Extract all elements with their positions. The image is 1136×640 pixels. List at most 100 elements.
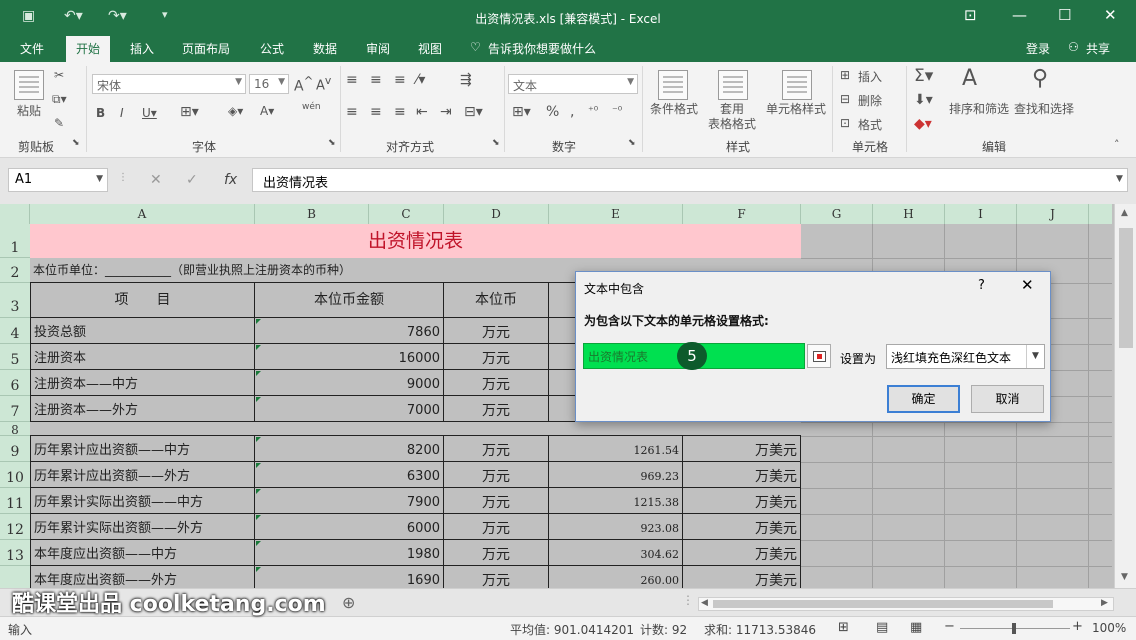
fill-color-icon[interactable]: ◈▾ — [228, 104, 243, 118]
maximize-icon[interactable]: ☐ — [1058, 6, 1071, 24]
fill-icon[interactable]: ⬇▾ — [914, 92, 933, 108]
usd-unit-cell[interactable]: 万美元 — [683, 540, 801, 566]
tab-data[interactable]: 数据 — [313, 40, 337, 57]
row-header-8[interactable]: 8 — [0, 422, 30, 437]
row-header-10[interactable]: 10 — [0, 462, 30, 488]
increase-indent-icon[interactable]: ⇥ — [440, 104, 452, 120]
expand-formula-icon[interactable]: ▼ — [1116, 174, 1123, 184]
column-header-f[interactable]: F — [683, 204, 801, 224]
tab-review[interactable]: 审阅 — [366, 40, 390, 57]
usd-cell[interactable]: 923.08 — [549, 514, 683, 540]
cell-styles-label[interactable]: 单元格样式 — [762, 102, 830, 117]
tab-formulas[interactable]: 公式 — [260, 40, 284, 57]
usd-unit-cell[interactable]: 万美元 — [683, 488, 801, 514]
usd-unit-cell[interactable]: 万美元 — [683, 514, 801, 540]
usd-unit-cell[interactable]: 万美元 — [683, 462, 801, 488]
item-cell[interactable]: 本年度应出资额——外方 — [30, 566, 255, 588]
select-all-corner[interactable] — [0, 204, 30, 224]
conditional-format-icon[interactable] — [658, 70, 688, 100]
font-launcher-icon[interactable]: ⬊ — [328, 138, 336, 148]
align-top-icon[interactable]: ≡ — [346, 72, 358, 88]
accounting-format-icon[interactable]: ⊞▾ — [512, 104, 531, 120]
column-header-b[interactable]: B — [255, 204, 369, 224]
unit-cell[interactable]: 万元 — [444, 318, 549, 344]
clear-icon[interactable]: ◆▾ — [914, 116, 932, 132]
usd-cell[interactable]: 1215.38 — [549, 488, 683, 514]
share-button[interactable]: 共享 — [1086, 40, 1110, 57]
format-cells-label[interactable]: 格式 — [858, 116, 882, 133]
column-header-h[interactable]: H — [873, 204, 945, 224]
spacer-row[interactable] — [30, 422, 801, 436]
amount-cell[interactable]: 16000 — [255, 344, 444, 370]
decrease-font-icon[interactable]: Av — [316, 74, 331, 93]
alignment-launcher-icon[interactable]: ⬊ — [492, 138, 500, 148]
sort-filter-label[interactable]: 排序和筛选 — [946, 102, 1012, 117]
phonetic-icon[interactable]: wén — [302, 102, 321, 112]
usd-cell[interactable]: 969.23 — [549, 462, 683, 488]
item-cell[interactable]: 注册资本——外方 — [30, 396, 255, 422]
comma-style-icon[interactable]: , — [570, 104, 574, 120]
zoom-in-icon[interactable]: + — [1072, 619, 1083, 634]
zoom-out-icon[interactable]: − — [944, 619, 955, 634]
decrease-indent-icon[interactable]: ⇤ — [416, 104, 428, 120]
item-cell[interactable]: 历年累计实际出资额——中方 — [30, 488, 255, 514]
page-break-view-icon[interactable]: ▦ — [910, 620, 922, 635]
amount-cell[interactable]: 1690 — [255, 566, 444, 588]
table-format-label[interactable]: 套用 表格格式 — [700, 102, 764, 132]
row-header-7[interactable]: 7 — [0, 396, 30, 422]
insert-cells-icon[interactable]: ⊞ — [840, 68, 850, 82]
amount-cell[interactable]: 6300 — [255, 462, 444, 488]
column-header-i[interactable]: I — [945, 204, 1017, 224]
collapse-ribbon-icon[interactable]: ˄ — [1114, 138, 1120, 151]
font-size-select[interactable]: 16 ▼ — [249, 74, 289, 94]
insert-cells-label[interactable]: 插入 — [858, 68, 882, 85]
cancel-button[interactable]: 取消 — [971, 385, 1044, 413]
item-cell[interactable]: 历年累计应出资额——中方 — [30, 436, 255, 462]
cut-icon[interactable]: ✂ — [54, 68, 64, 82]
header-item-cell[interactable]: 项 目 — [30, 283, 255, 318]
find-select-icon[interactable]: ⚲ — [1032, 66, 1048, 91]
column-header-j[interactable]: J — [1017, 204, 1089, 224]
wrap-text-icon[interactable]: ⇶ — [460, 72, 472, 88]
unit-cell[interactable]: 万元 — [444, 344, 549, 370]
row-header-4[interactable]: 4 — [0, 318, 30, 344]
column-header-e[interactable]: E — [549, 204, 683, 224]
tab-view[interactable]: 视图 — [418, 40, 442, 57]
align-right-icon[interactable]: ≡ — [394, 104, 406, 120]
row-header-9[interactable]: 9 — [0, 436, 30, 462]
row-header-13[interactable]: 13 — [0, 540, 30, 566]
item-cell[interactable]: 注册资本 — [30, 344, 255, 370]
unit-cell[interactable]: 万元 — [444, 566, 549, 588]
row-header-6[interactable]: 6 — [0, 370, 30, 396]
horizontal-scrollbar[interactable]: ◀ ▶ — [698, 597, 1114, 611]
item-cell[interactable]: 历年累计实际出资额——外方 — [30, 514, 255, 540]
border-icon[interactable]: ⊞▾ — [180, 104, 199, 120]
amount-cell[interactable]: 9000 — [255, 370, 444, 396]
zoom-level[interactable]: 100% — [1092, 621, 1126, 635]
tab-insert[interactable]: 插入 — [130, 40, 154, 57]
row-header-12[interactable]: 12 — [0, 514, 30, 540]
scroll-right-icon[interactable]: ▶ — [1101, 598, 1108, 608]
amount-cell[interactable]: 6000 — [255, 514, 444, 540]
confirm-entry-icon[interactable]: ✓ — [186, 172, 198, 188]
range-picker-icon[interactable] — [807, 344, 831, 368]
tell-me-search[interactable]: 告诉我你想要做什么 — [488, 40, 596, 57]
unit-cell[interactable]: 万元 — [444, 488, 549, 514]
help-button[interactable]: ? — [978, 278, 985, 293]
usd-unit-cell[interactable]: 万美元 — [683, 436, 801, 462]
orientation-icon[interactable]: ⁄▾ — [416, 72, 425, 88]
ribbon-display-icon[interactable]: ⊡ — [964, 6, 977, 24]
cancel-entry-icon[interactable]: ✕ — [150, 172, 162, 188]
tab-file[interactable]: 文件 — [20, 40, 44, 57]
scroll-down-icon[interactable]: ▼ — [1121, 572, 1128, 582]
scroll-left-icon[interactable]: ◀ — [701, 598, 708, 608]
amount-cell[interactable]: 7000 — [255, 396, 444, 422]
column-header-c[interactable]: C — [369, 204, 444, 224]
number-format-select[interactable]: 文本 ▼ — [508, 74, 638, 94]
paste-icon[interactable] — [14, 70, 44, 100]
format-select[interactable]: 浅红填充色深红色文本 ▼ — [886, 344, 1045, 369]
usd-cell[interactable]: 1261.54 — [549, 436, 683, 462]
horizontal-scroll-thumb[interactable] — [713, 600, 1053, 608]
unit-cell[interactable]: 万元 — [444, 396, 549, 422]
usd-cell[interactable]: 304.62 — [549, 540, 683, 566]
